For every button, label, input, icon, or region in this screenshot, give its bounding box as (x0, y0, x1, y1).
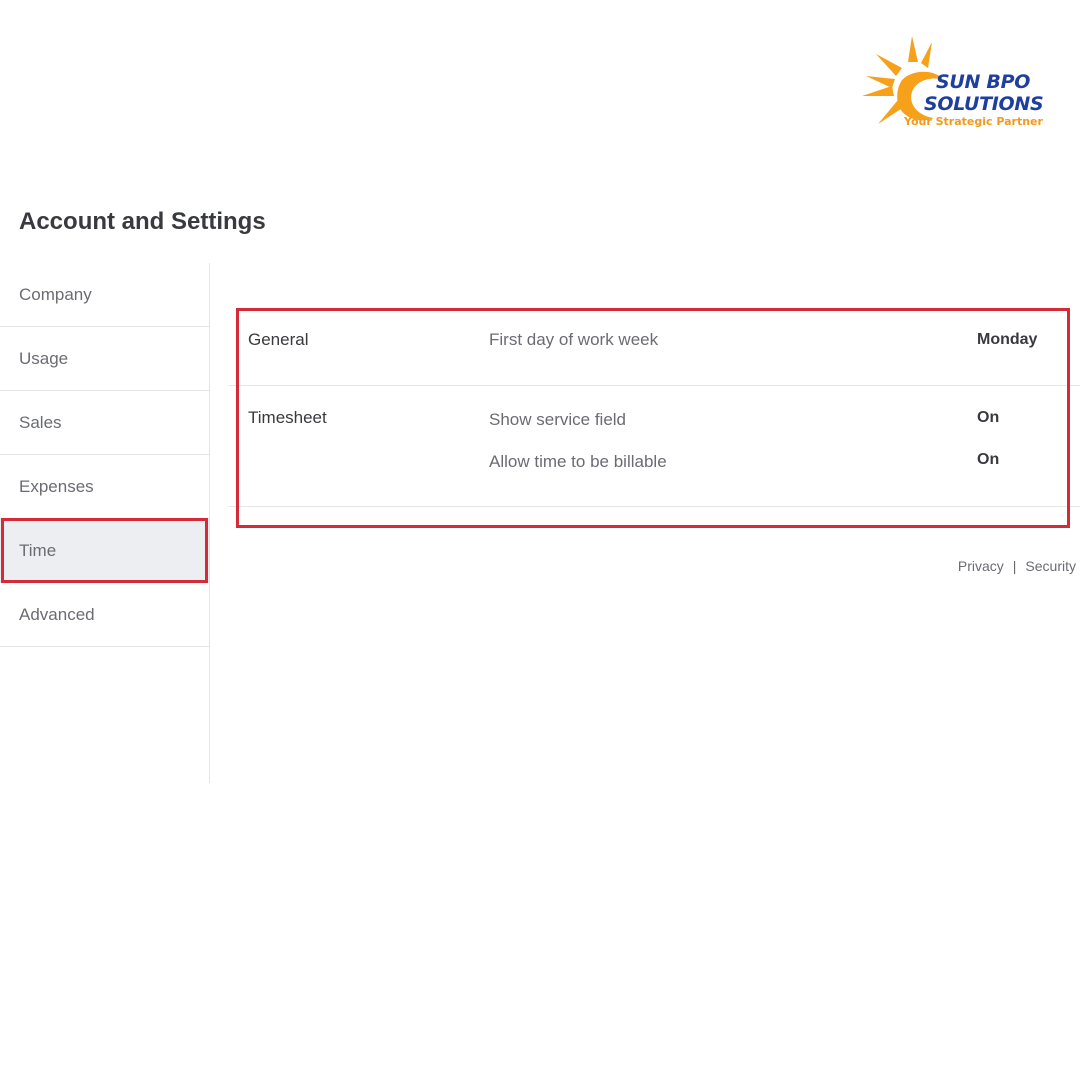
sidebar-item-advanced[interactable]: Advanced (0, 583, 209, 647)
sidebar-item-time[interactable]: Time (0, 518, 209, 583)
sidebar-item-company[interactable]: Company (0, 263, 209, 327)
sidebar-item-expenses[interactable]: Expenses (0, 455, 209, 519)
footer-separator: | (1012, 558, 1017, 574)
security-link[interactable]: Security (1025, 558, 1076, 574)
logo-line-1: SUN BPO (936, 71, 1031, 93)
logo-line-2: SOLUTIONS (924, 93, 1044, 115)
settings-sidebar: Company Usage Sales Expenses Time Advanc… (0, 263, 210, 783)
sun-bpo-logo: SUN BPO SOLUTIONS Your Strategic Partner (862, 32, 1052, 132)
logo-tagline: Your Strategic Partner (904, 115, 1043, 128)
privacy-link[interactable]: Privacy (958, 558, 1004, 574)
sidebar-item-sales[interactable]: Sales (0, 391, 209, 455)
page: SUN BPO SOLUTIONS Your Strategic Partner… (0, 0, 1080, 1080)
footer-links: Privacy | Security (958, 558, 1076, 574)
sidebar-item-usage[interactable]: Usage (0, 327, 209, 391)
time-settings-highlight-box (236, 308, 1070, 528)
page-title: Account and Settings (19, 208, 266, 235)
